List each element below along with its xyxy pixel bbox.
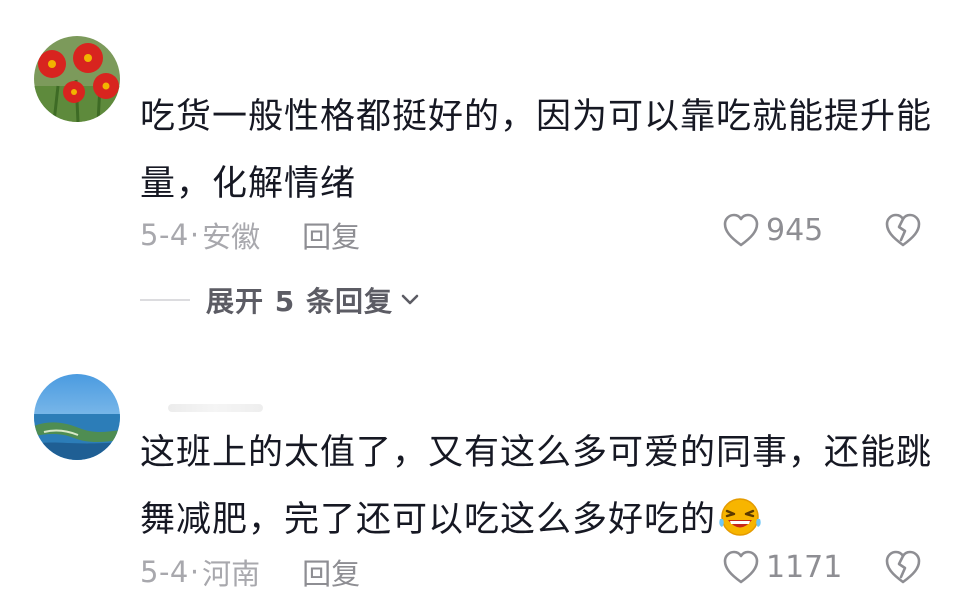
avatar[interactable]: [34, 374, 120, 460]
comment-text-line: 吃货一般性格都挺好的，因为可以靠吃就能提升能: [140, 97, 933, 137]
meta-separator: ·: [189, 218, 200, 252]
avatar[interactable]: [34, 36, 120, 122]
broken-heart-icon: [885, 550, 921, 584]
comment-meta: 5-4 · 河南 回复: [140, 551, 360, 593]
comment-text: 吃货一般性格都挺好的，因为可以靠吃就能提升能 量，化解情绪: [140, 84, 933, 218]
reply-button[interactable]: 回复: [302, 551, 360, 593]
broken-heart-icon: [885, 213, 921, 247]
heart-outline-icon: [723, 213, 759, 247]
comment-location: 河南: [202, 557, 261, 591]
comment-text-line: 量，化解情绪: [140, 164, 357, 204]
comment-location: 安徽: [202, 220, 261, 254]
dislike-button[interactable]: [884, 549, 922, 589]
comment-text-segment: 舞减肥，完了还可以吃这么多好吃的: [140, 500, 717, 540]
like-button[interactable]: 1171: [722, 549, 842, 585]
like-count: 1171: [766, 549, 843, 585]
comment-list: 吃货一般性格都挺好的，因为可以靠吃就能提升能 量，化解情绪 5-4 · 安徽 回…: [0, 0, 960, 605]
like-count: 945: [766, 212, 824, 248]
comment-item: 吃货一般性格都挺好的，因为可以靠吃就能提升能 量，化解情绪 5-4 · 安徽 回…: [0, 0, 960, 330]
like-button[interactable]: 945: [722, 212, 823, 248]
comment-date: 5-4: [140, 555, 189, 589]
comment-text-line: 这班上的太值了，又有这么多可爱的同事，还能跳: [140, 433, 933, 473]
reply-button[interactable]: 回复: [302, 214, 360, 256]
comment-meta: 5-4 · 安徽 回复: [140, 214, 360, 256]
expand-replies-button[interactable]: 展开 5 条回复: [140, 280, 419, 320]
chevron-down-icon: [401, 294, 419, 305]
heart-outline-icon: [723, 550, 759, 584]
meta-separator: ·: [189, 555, 200, 589]
comment-item: 这班上的太值了，又有这么多可爱的同事，还能跳 舞减肥，完了还可以吃这么多好吃的 …: [0, 330, 960, 605]
comment-text: 这班上的太值了，又有这么多可爱的同事，还能跳 舞减肥，完了还可以吃这么多好吃的: [140, 420, 933, 560]
username-placeholder: [168, 404, 263, 412]
divider: [140, 299, 190, 301]
dislike-button[interactable]: [884, 212, 922, 252]
expand-replies-label: 展开 5 条回复: [206, 285, 393, 318]
comment-date: 5-4: [140, 218, 189, 252]
